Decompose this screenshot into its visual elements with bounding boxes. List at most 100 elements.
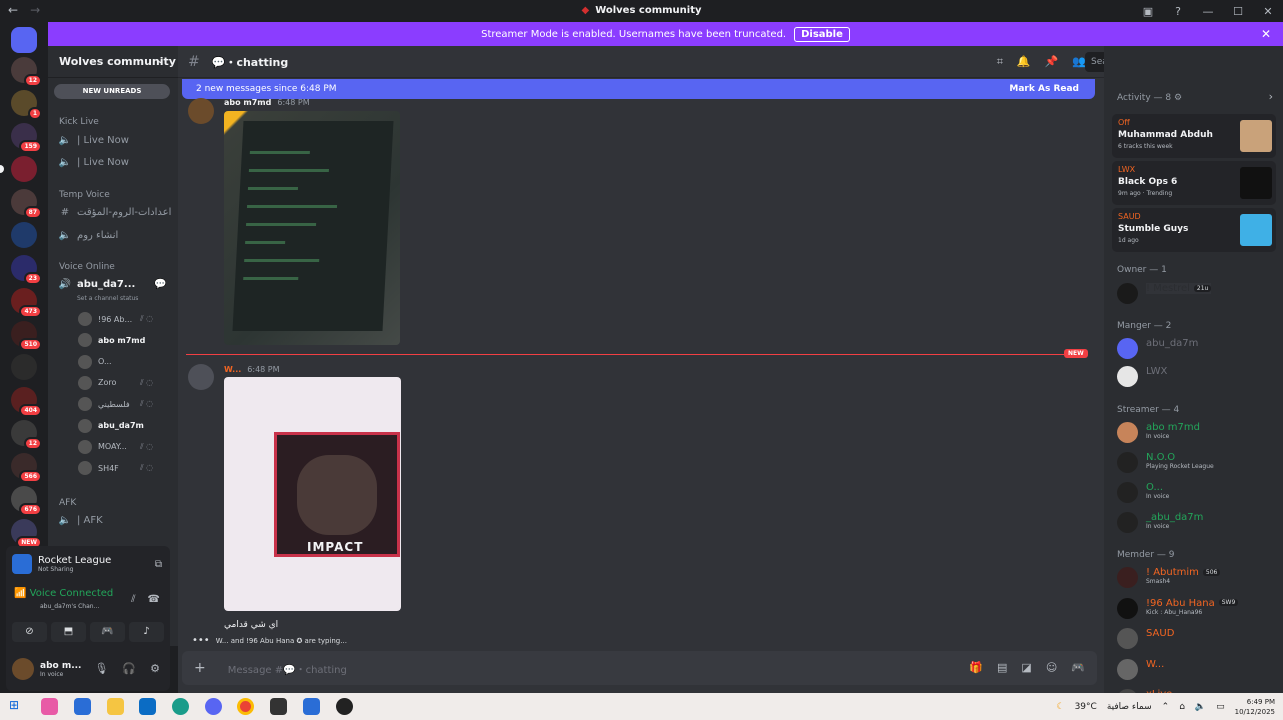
channel-temp-settings[interactable]: # اعدادات-الروم-المؤقت [58, 207, 172, 218]
outlook-icon[interactable] [139, 698, 156, 715]
voice-channel-name[interactable]: abu_da7m's Chan... [40, 603, 99, 610]
server-icon[interactable]: 23 [11, 255, 42, 285]
network-icon[interactable]: ⌂ [1179, 702, 1185, 712]
server-icon[interactable]: 87 [11, 189, 42, 219]
member-streamer[interactable]: O... In voice [1117, 482, 1169, 503]
maximize-icon[interactable]: ☐ [1223, 5, 1253, 18]
new-messages-bar[interactable]: 2 new messages since 6:48 PM Mark As Read [182, 79, 1095, 99]
weather-desc[interactable]: سماء صافية [1107, 702, 1152, 712]
server-icon[interactable]: 159 [11, 123, 42, 153]
channel-status[interactable]: Set a channel status [77, 295, 138, 302]
message-input[interactable]: Message #💬・chatting [228, 661, 347, 676]
activity-card[interactable]: LWX Black Ops 6 9m ago · Trending [1112, 161, 1276, 205]
activity-header[interactable]: Activity — 8 ⚙ [1117, 93, 1182, 103]
server-icon[interactable]: 566 [11, 453, 42, 483]
noise-suppression-icon[interactable]: ⫽ [131, 594, 135, 605]
disable-button[interactable]: Disable [794, 26, 850, 42]
close-window-icon[interactable]: ✕ [1253, 5, 1283, 18]
member-item[interactable]: ! Abutmim 506 Smash4 [1117, 567, 1221, 588]
member-owner[interactable]: ! Mestrel 21u [1117, 283, 1212, 304]
battery-icon[interactable]: ▭ [1216, 702, 1225, 712]
sticker-icon[interactable]: ◪ [1021, 661, 1031, 674]
close-banner-icon[interactable]: ✕ [1261, 27, 1271, 41]
obs-icon[interactable] [270, 698, 287, 715]
avatar[interactable] [12, 658, 34, 680]
disconnect-icon[interactable]: ☎ [148, 594, 160, 605]
minimize-icon[interactable]: — [1193, 5, 1223, 18]
voice-member[interactable]: abu_da7m [78, 418, 144, 433]
server-icon[interactable]: NEW [11, 519, 42, 549]
member-list-icon[interactable]: 👥 [1072, 55, 1086, 69]
member-manger[interactable]: abu_da7m [1117, 338, 1198, 359]
app-taskbar-icon[interactable] [336, 698, 353, 715]
message-author[interactable]: W... [224, 365, 241, 374]
chrome-icon[interactable] [237, 698, 254, 715]
activities-button[interactable]: 🎮 [90, 622, 125, 642]
server-icon[interactable] [0, 156, 37, 182]
edge-icon[interactable] [172, 698, 189, 715]
channel-kick-live-2[interactable]: 🔈 | Live Now [58, 157, 129, 168]
voice-member[interactable]: Zoro ⫽ ◌ [78, 375, 153, 390]
chevron-right-icon[interactable]: › [1269, 90, 1273, 103]
bell-icon[interactable]: 🔔 [1017, 55, 1031, 69]
threads-icon[interactable]: ⌗ [997, 55, 1003, 69]
category-kick-live[interactable]: Kick Live [59, 117, 99, 127]
new-unreads-pill[interactable]: NEW UNREADS [54, 84, 170, 99]
gear-icon[interactable]: ⚙ [150, 662, 160, 675]
message-image[interactable]: IMPACT [224, 377, 401, 611]
voice-member[interactable]: فلسطيني ⫽ ◌ [78, 397, 153, 412]
server-icon[interactable] [11, 222, 37, 248]
discord-home-icon[interactable] [11, 27, 37, 53]
help-icon[interactable]: ? [1163, 5, 1193, 18]
voice-member[interactable]: !96 Ab... ⫽ ◌ [78, 312, 153, 326]
server-icon[interactable]: 404 [11, 387, 42, 417]
activity-card[interactable]: SAUD Stumble Guys 1d ago [1112, 208, 1276, 252]
screen-share-button[interactable]: ⬒ [51, 622, 86, 642]
channel-create-room[interactable]: 🔈 انشاء روم [58, 230, 119, 241]
soundboard-button[interactable]: ♪ [129, 622, 164, 642]
voice-member[interactable]: MOAY... ⫽ ◌ [78, 439, 153, 454]
message-image[interactable] [224, 111, 400, 345]
member-manger[interactable]: LWX [1117, 366, 1167, 387]
category-voice-online[interactable]: Voice Online [59, 262, 115, 272]
rocket-league-taskbar-icon[interactable] [303, 698, 320, 715]
gif-icon[interactable]: ▤ [997, 661, 1007, 674]
server-icon[interactable]: 12 [11, 57, 42, 87]
share-screen-icon[interactable]: ⧉ [155, 559, 162, 570]
guild-header[interactable]: Wolves community ⌄ [48, 46, 178, 78]
copilot-icon[interactable] [41, 698, 58, 715]
camera-button[interactable]: ⊘ [12, 622, 47, 642]
voice-member[interactable]: abo m7md [78, 333, 145, 348]
member-streamer[interactable]: abo m7md In voice [1117, 422, 1200, 443]
channel-kick-live-1[interactable]: 🔈 | Live Now [58, 135, 129, 146]
chat-bubble-icon[interactable]: 💬 [154, 279, 166, 290]
headphones-icon[interactable]: 🎧 [122, 662, 136, 675]
file-explorer-icon[interactable] [107, 698, 124, 715]
current-user[interactable]: abo m... In voice 🎙 🎧 ⚙ [12, 654, 164, 684]
voice-member[interactable]: SH4F ⫽ ◌ [78, 461, 153, 476]
gift-icon[interactable]: 🎁 [969, 661, 983, 674]
message-author[interactable]: abo m7md [224, 98, 271, 107]
plus-icon[interactable]: + [194, 660, 206, 676]
member-item[interactable]: W... [1117, 658, 1164, 680]
server-icon[interactable]: 676 [11, 486, 42, 516]
message-composer[interactable]: + Message #💬・chatting 🎁 ▤ ◪ ☺ 🎮 [182, 651, 1097, 685]
weather-temp[interactable]: 39°C [1075, 702, 1097, 712]
category-temp-voice[interactable]: Temp Voice [59, 190, 110, 200]
tray-chevron-icon[interactable]: ⌃ [1162, 702, 1170, 712]
volume-icon[interactable]: 🔈 [1195, 702, 1206, 712]
member-item[interactable]: SAUD [1117, 628, 1174, 649]
server-icon[interactable]: 12 [11, 420, 42, 450]
pin-icon[interactable]: 📌 [1045, 55, 1059, 69]
member-item[interactable]: !96 Abu Hana SW9 Kick : Abu_Hana96 [1117, 597, 1239, 619]
windows-start-icon[interactable]: ⊞ [9, 698, 26, 715]
voice-member[interactable]: O... [78, 354, 112, 369]
emoji-icon[interactable]: ☺ [1046, 661, 1057, 674]
server-icon[interactable]: 473 [11, 288, 42, 318]
channel-afk[interactable]: 🔈 | AFK [58, 515, 103, 526]
discord-taskbar-icon[interactable] [205, 698, 222, 715]
inbox-download-icon[interactable]: ▣ [1133, 5, 1163, 18]
channel-voice-active[interactable]: 🔊 abu_da7... 💬 [58, 279, 167, 290]
category-afk[interactable]: AFK [59, 498, 76, 508]
member-streamer[interactable]: _abu_da7m In voice [1117, 512, 1203, 533]
